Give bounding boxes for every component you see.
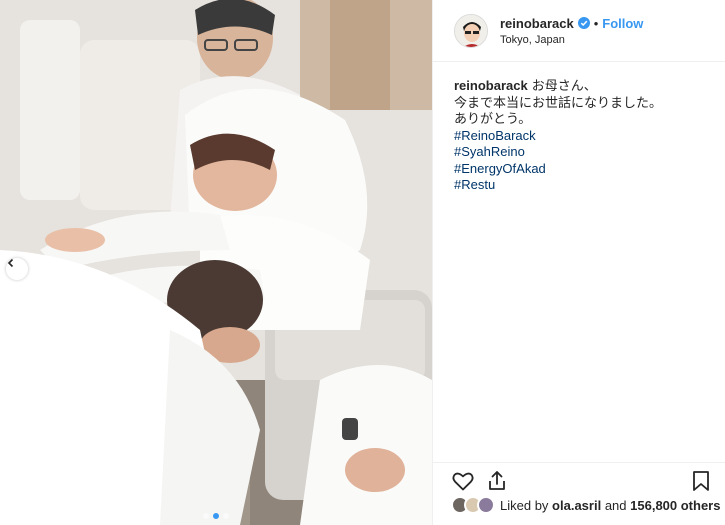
liker-username-link[interactable]: ola.asril	[552, 498, 601, 513]
carousel-prev-button[interactable]	[6, 258, 28, 280]
carousel-dot-active	[213, 513, 219, 519]
carousel-dot	[223, 513, 229, 519]
hashtag-link[interactable]: #Restu	[454, 177, 714, 194]
instagram-post: reinobarack • Follow Tokyo, Japan reinob…	[0, 0, 725, 525]
hashtag-link[interactable]: #ReinoBarack	[454, 128, 714, 145]
avatar[interactable]	[454, 13, 488, 48]
likes-text: Liked by ola.asril and 156,800 others	[500, 498, 720, 513]
verified-badge-icon	[577, 17, 590, 29]
hashtag-link[interactable]: #EnergyOfAkad	[454, 161, 714, 178]
post-header: reinobarack • Follow Tokyo, Japan	[433, 0, 725, 62]
like-button[interactable]	[451, 469, 475, 493]
hashtag-link[interactable]: #SyahReino	[454, 144, 714, 161]
heart-icon	[452, 472, 474, 491]
post-actions-bar	[433, 462, 725, 494]
save-button[interactable]	[689, 469, 713, 493]
liker-avatar	[477, 496, 495, 514]
post-header-text: reinobarack • Follow Tokyo, Japan	[500, 16, 643, 46]
chevron-left-icon	[7, 258, 14, 268]
username-link[interactable]: reinobarack	[500, 16, 574, 31]
caption-text-line1: お母さん、	[531, 78, 597, 93]
share-icon	[489, 471, 505, 490]
follow-button[interactable]: Follow	[602, 16, 643, 31]
caption-first-line: reinobarack お母さん、	[454, 78, 714, 95]
likes-and: and	[604, 497, 627, 513]
carousel-dot	[203, 513, 209, 519]
carousel-indicator	[0, 513, 432, 519]
photo-illustration	[0, 0, 432, 525]
bookmark-icon	[693, 471, 709, 491]
location-link[interactable]: Tokyo, Japan	[500, 34, 643, 46]
likes-prefix: Liked by	[500, 497, 549, 513]
caption-text-line3: ありがとう。	[454, 111, 532, 126]
likes-summary: Liked by ola.asril and 156,800 others	[451, 496, 720, 514]
likes-count-link[interactable]: 156,800 others	[630, 498, 720, 513]
caption-username[interactable]: reinobarack	[454, 78, 528, 93]
share-button[interactable]	[485, 469, 509, 493]
post-header-row: reinobarack • Follow	[500, 16, 643, 31]
avatar-illustration	[455, 14, 487, 47]
post-photo[interactable]	[0, 0, 432, 525]
separator-dot: •	[593, 15, 599, 31]
caption-text-line2: 今まで本当にお世話になりました。	[454, 94, 663, 110]
post-caption: reinobarack お母さん、 今まで本当にお世話になりました。 ありがとう。…	[454, 78, 714, 194]
post-sidebar: reinobarack • Follow Tokyo, Japan reinob…	[432, 0, 725, 525]
